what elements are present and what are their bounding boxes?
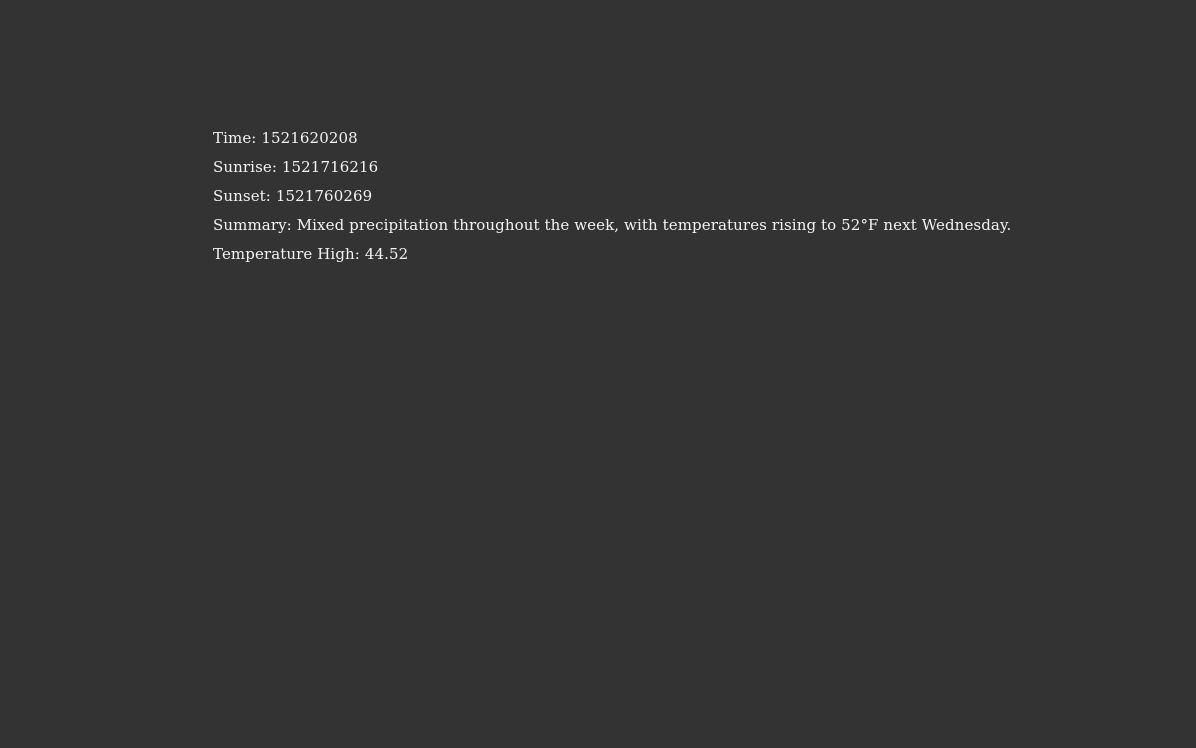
sunset-label: Sunset: — [213, 187, 271, 205]
time-row: Time: 1521620208 — [213, 124, 1011, 153]
temperature-high-label: Temperature High: — [213, 245, 360, 263]
sunrise-value: 1521716216 — [281, 158, 379, 176]
summary-value: Mixed precipitation throughout the week,… — [296, 216, 1012, 234]
weather-details: Time: 1521620208 Sunrise: 1521716216 Sun… — [213, 124, 1011, 269]
sunrise-row: Sunrise: 1521716216 — [213, 153, 1011, 182]
summary-row: Summary: Mixed precipitation throughout … — [213, 211, 1011, 240]
sunrise-label: Sunrise: — [213, 158, 277, 176]
sunset-value: 1521760269 — [275, 187, 373, 205]
time-label: Time: — [213, 129, 257, 147]
time-value: 1521620208 — [261, 129, 358, 147]
sunset-row: Sunset: 1521760269 — [213, 182, 1011, 211]
summary-label: Summary: — [213, 216, 292, 234]
weather-page: Time: 1521620208 Sunrise: 1521716216 Sun… — [0, 0, 1196, 748]
temperature-high-row: Temperature High: 44.52 — [213, 240, 1011, 269]
temperature-high-value: 44.52 — [364, 245, 409, 263]
